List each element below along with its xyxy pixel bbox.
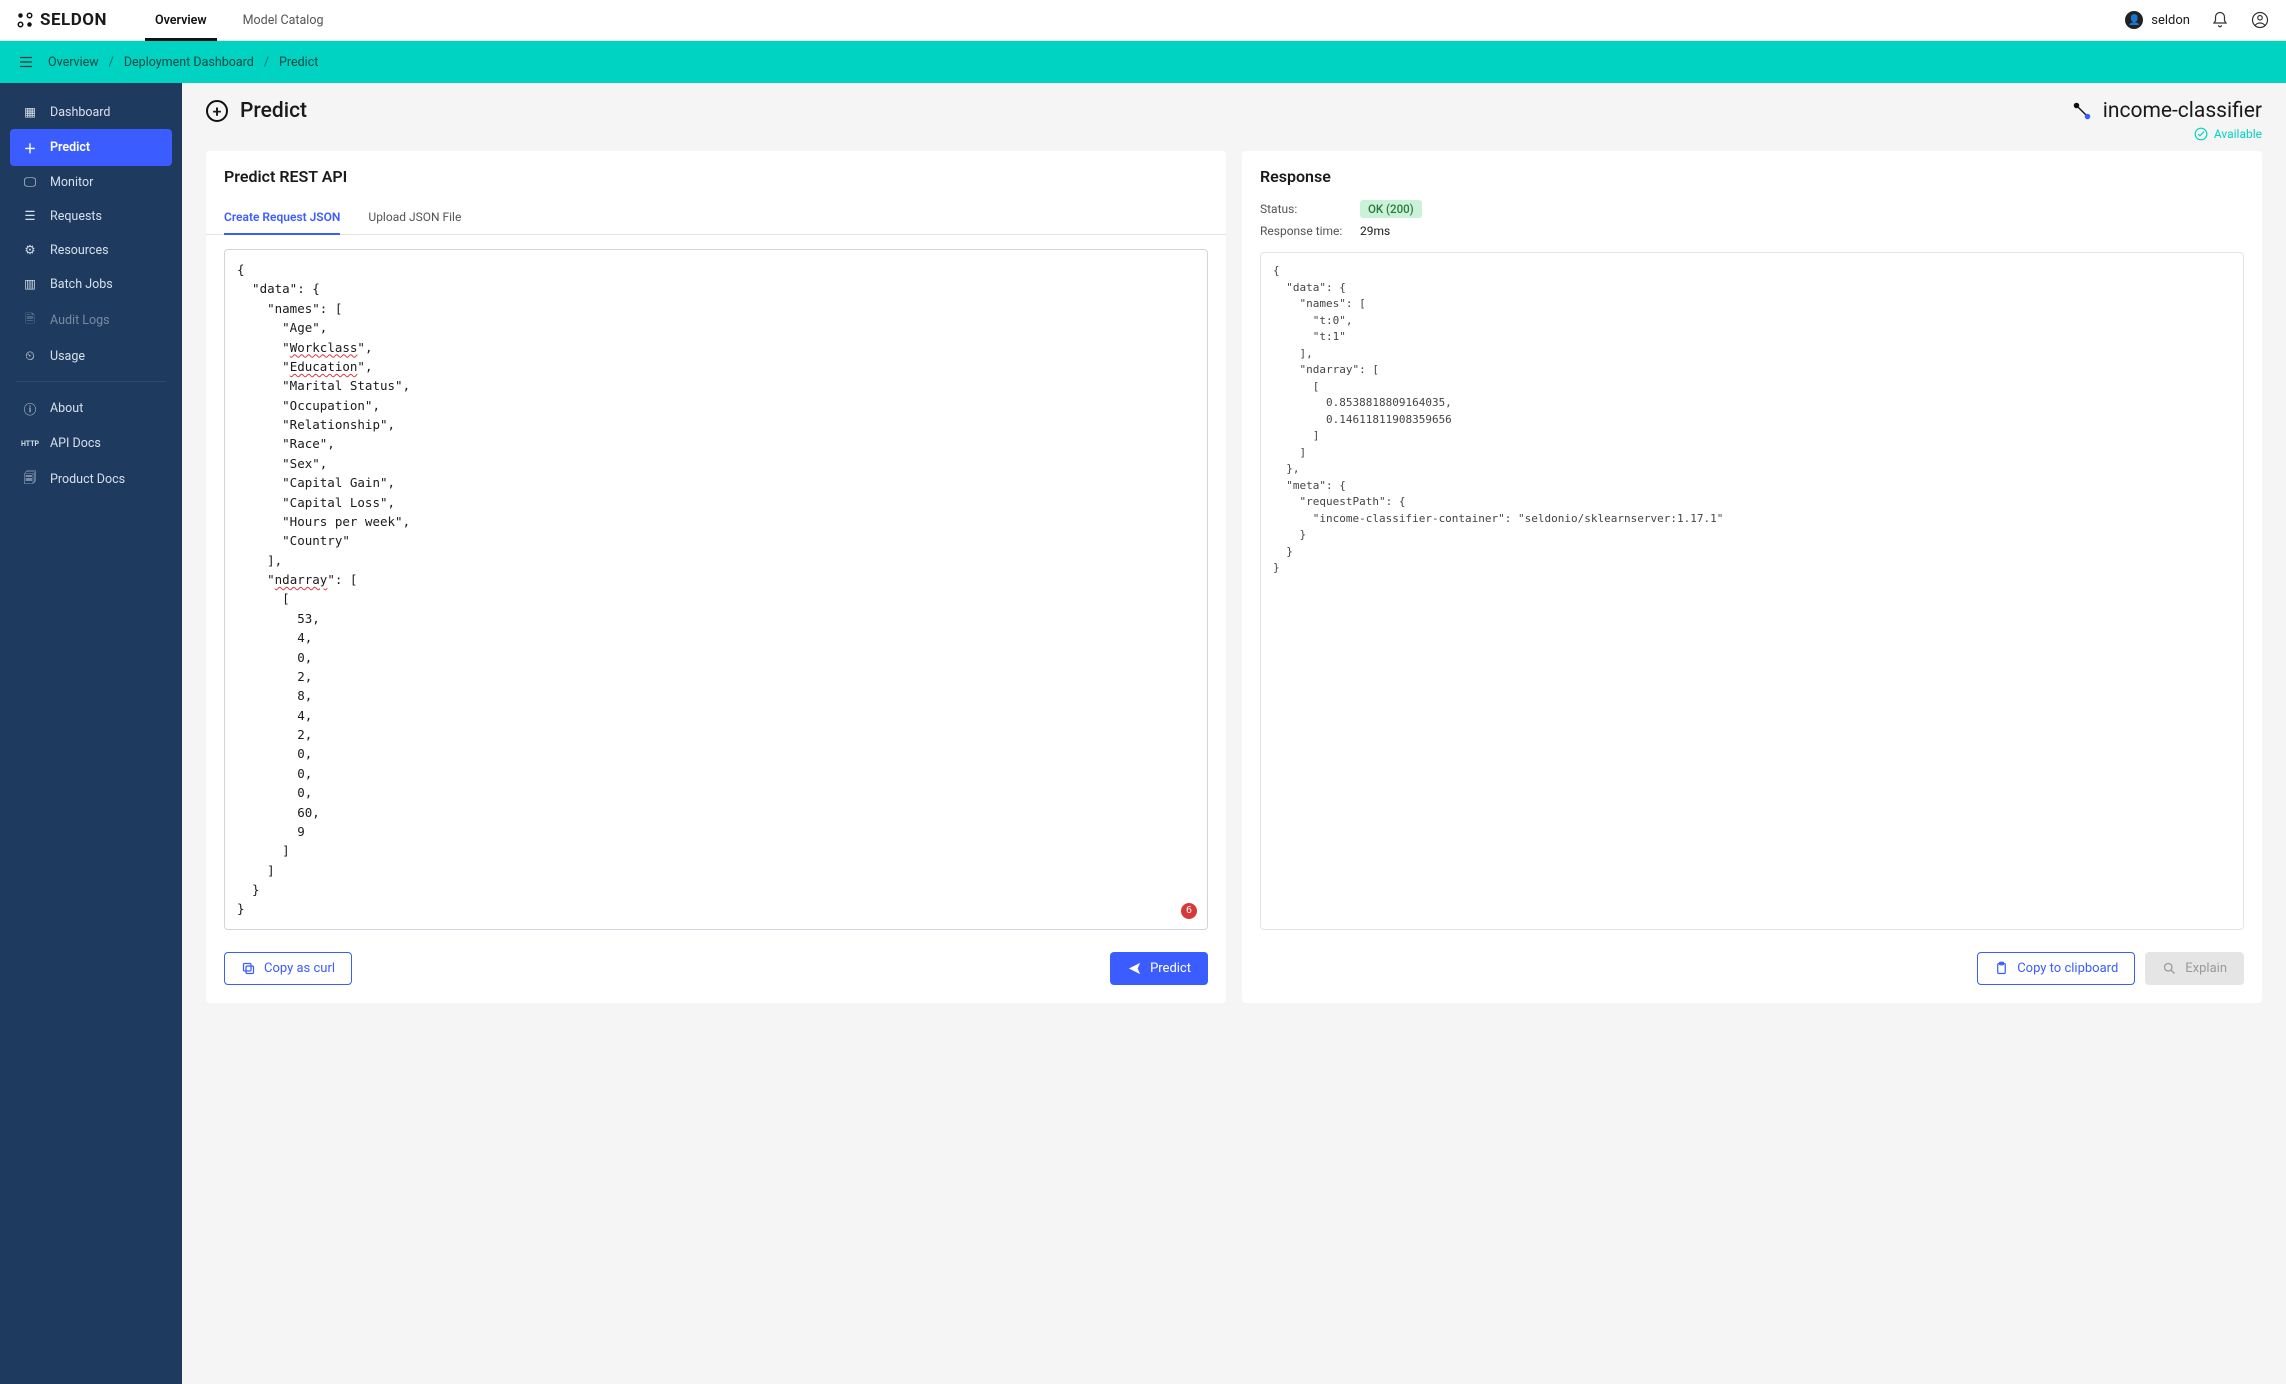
- user-avatar-icon: 👤: [2125, 11, 2143, 29]
- plus-icon: ＋: [22, 138, 38, 157]
- model-icon: [2071, 100, 2093, 122]
- monitor-icon: 🖵: [22, 175, 38, 190]
- sidebar-item-about[interactable]: ⓘ About: [10, 390, 172, 427]
- tab-model-catalog[interactable]: Model Catalog: [243, 1, 324, 40]
- bars-icon: ▥: [22, 276, 38, 292]
- breadcrumb-deployment-dashboard[interactable]: Deployment Dashboard: [124, 55, 254, 70]
- status-badge: OK (200): [1360, 200, 1422, 218]
- sidebar-item-dashboard[interactable]: ▦ Dashboard: [10, 95, 172, 129]
- clipboard-icon: [1994, 961, 2009, 976]
- brand-logo: SELDON: [16, 10, 107, 30]
- sidebar-item-product-docs[interactable]: 🗐 Product Docs: [10, 460, 172, 499]
- doc-icon: 🗎: [22, 310, 38, 331]
- hamburger-icon[interactable]: [16, 52, 36, 72]
- breadcrumb-bar: Overview / Deployment Dashboard / Predic…: [0, 41, 2286, 83]
- page-header: + Predict income-classifier Available: [182, 83, 2286, 151]
- response-time-value: 29ms: [1360, 224, 1390, 238]
- user-menu[interactable]: 👤 seldon: [2125, 11, 2190, 29]
- top-nav: Overview Model Catalog: [155, 1, 323, 40]
- gauge-icon: ⏲: [22, 349, 38, 364]
- brand-text: SELDON: [40, 10, 107, 30]
- http-icon: HTTP: [22, 440, 38, 448]
- explain-button: Explain: [2145, 952, 2244, 985]
- response-panel-title: Response: [1260, 167, 2244, 186]
- model-name: income-classifier: [2071, 99, 2262, 123]
- sidebar-item-resources[interactable]: ⚙ Resources: [10, 233, 172, 267]
- tab-upload-json-file[interactable]: Upload JSON File: [368, 200, 461, 234]
- grid-icon: ▦: [22, 104, 38, 120]
- page-title: Predict: [240, 99, 307, 123]
- predict-panel: Predict REST API Create Request JSON Upl…: [206, 151, 1226, 1003]
- sidebar-item-predict[interactable]: ＋ Predict: [10, 129, 172, 166]
- copy-as-curl-button[interactable]: Copy as curl: [224, 952, 352, 985]
- request-json-editor[interactable]: { "data": { "names": [ "Age", "Workclass…: [224, 249, 1208, 930]
- status-label: Status:: [1260, 202, 1350, 216]
- send-icon: [1127, 961, 1142, 976]
- sidebar-item-audit-logs[interactable]: 🗎 Audit Logs: [10, 301, 172, 340]
- tab-create-request-json[interactable]: Create Request JSON: [224, 200, 340, 234]
- sidebar-item-api-docs[interactable]: HTTP API Docs: [10, 427, 172, 460]
- tab-overview[interactable]: Overview: [155, 1, 207, 40]
- info-icon: ⓘ: [22, 399, 38, 418]
- availability-status: Available: [2071, 127, 2262, 141]
- predict-panel-tabs: Create Request JSON Upload JSON File: [206, 200, 1226, 235]
- predict-button[interactable]: Predict: [1110, 952, 1208, 985]
- sidebar-item-usage[interactable]: ⏲ Usage: [10, 340, 172, 373]
- account-icon[interactable]: [2250, 10, 2270, 30]
- breadcrumb: Overview / Deployment Dashboard / Predic…: [48, 55, 318, 70]
- page-plus-icon: +: [206, 100, 228, 122]
- gear-icon: ⚙: [22, 242, 38, 258]
- seldon-logo-icon: [16, 11, 34, 29]
- user-name: seldon: [2151, 13, 2190, 28]
- sidebar-item-monitor[interactable]: 🖵 Monitor: [10, 166, 172, 199]
- check-circle-icon: [2194, 127, 2208, 141]
- sidebar: ▦ Dashboard ＋ Predict 🖵 Monitor ☰ Reques…: [0, 83, 182, 1384]
- main-content: + Predict income-classifier Available Pr…: [182, 83, 2286, 1384]
- sidebar-item-requests[interactable]: ☰ Requests: [10, 199, 172, 233]
- copy-to-clipboard-button[interactable]: Copy to clipboard: [1977, 952, 2135, 985]
- notifications-icon[interactable]: [2210, 10, 2230, 30]
- copy-icon: [241, 961, 256, 976]
- predict-panel-title: Predict REST API: [224, 167, 1208, 186]
- sidebar-item-batch-jobs[interactable]: ▥ Batch Jobs: [10, 267, 172, 301]
- breadcrumb-overview[interactable]: Overview: [48, 55, 99, 70]
- topbar: SELDON Overview Model Catalog 👤 seldon: [0, 0, 2286, 41]
- doc2-icon: 🗐: [22, 469, 38, 490]
- search-icon: [2162, 961, 2177, 976]
- list-icon: ☰: [22, 208, 38, 224]
- error-count-badge[interactable]: 6: [1181, 903, 1197, 919]
- response-panel: Response Status: OK (200) Response time:…: [1242, 151, 2262, 1003]
- breadcrumb-predict[interactable]: Predict: [279, 55, 318, 70]
- response-time-label: Response time:: [1260, 224, 1350, 238]
- response-json-viewer[interactable]: { "data": { "names": [ "t:0", "t:1" ], "…: [1260, 252, 2244, 930]
